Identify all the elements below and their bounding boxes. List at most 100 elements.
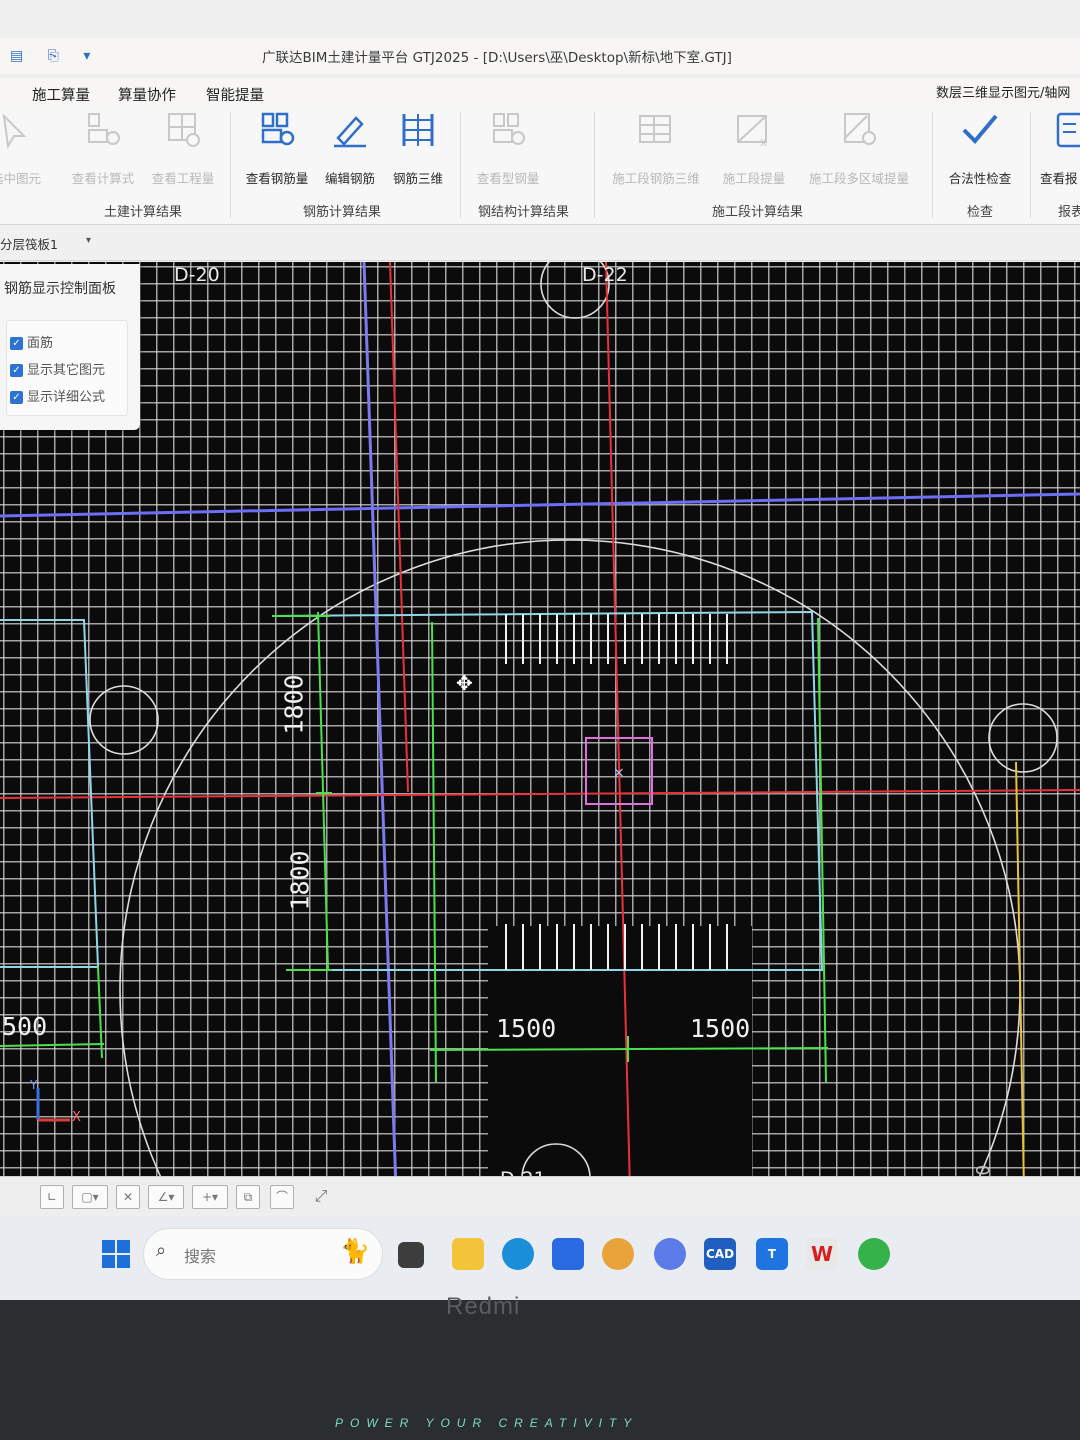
- red-axis-line: [605, 262, 631, 1190]
- tab-smart-extract[interactable]: 智能提量: [206, 84, 264, 105]
- option-top-rebar[interactable]: ✓ 面筋: [10, 332, 53, 352]
- group-label-segment: 施工段计算结果: [712, 205, 804, 220]
- outline-circle: [119, 539, 1021, 1190]
- display-mode-text: 数层三维显示图元/轴网: [936, 86, 1071, 101]
- edit-rebar-button[interactable]: 编辑钢筋: [320, 108, 380, 187]
- yellow-axis-line: [1015, 761, 1025, 1190]
- edge-icon[interactable]: [502, 1238, 534, 1270]
- check-icon: [962, 114, 998, 144]
- raft-boundary: [0, 619, 100, 968]
- formula-icon: [88, 113, 120, 145]
- axis-label-d20: D-20: [174, 264, 220, 286]
- dimension-text: 1800: [285, 850, 315, 911]
- ribbon-separator: [932, 112, 933, 218]
- expand-icon[interactable]: ⤢: [310, 1185, 332, 1207]
- rebar-3d-icon: [402, 114, 434, 146]
- segment-quantity-icon: x: [737, 115, 767, 149]
- rebar-quantity-icon: [261, 112, 295, 146]
- view-quantity-button[interactable]: 查看工程量: [146, 108, 220, 187]
- file-explorer-icon[interactable]: [452, 1238, 484, 1270]
- search-placeholder: 搜索: [184, 1247, 217, 1266]
- wechat-icon[interactable]: [858, 1238, 890, 1270]
- gtj-app-icon[interactable]: T: [756, 1238, 788, 1270]
- wps-icon[interactable]: W: [806, 1238, 838, 1270]
- ribbon-separator: [1030, 112, 1031, 218]
- ortho-icon[interactable]: ∟: [40, 1185, 64, 1209]
- rebar-3d-button[interactable]: 钢筋三维: [388, 108, 448, 187]
- axis-bubble: [89, 685, 159, 755]
- angle-icon[interactable]: ∠▾: [148, 1185, 184, 1209]
- store-icon[interactable]: [552, 1238, 584, 1270]
- view-formula-button[interactable]: 查看计算式: [66, 108, 140, 187]
- segment-quantity-button[interactable]: x 施工段提量: [716, 108, 792, 187]
- axis-bubble: [988, 703, 1058, 773]
- brand-logo: Redmi: [446, 1293, 521, 1320]
- rebar-display-panel: 钢筋显示控制面板 ✓ 面筋 ✓ 显示其它图元 ✓ 显示详细公式: [0, 264, 140, 430]
- rect-select-icon[interactable]: ▢▾: [72, 1185, 108, 1209]
- dimension-text: 1800: [279, 674, 309, 735]
- segment-rebar-3d-icon: [639, 115, 671, 143]
- windows-start-icon[interactable]: [102, 1240, 130, 1268]
- center-mark: ×: [613, 765, 625, 781]
- app-icon[interactable]: [654, 1238, 686, 1270]
- taskbar: ⌕ 搜索 🐈 CAD T W: [0, 1216, 1080, 1300]
- snap-icon[interactable]: +▾: [192, 1185, 228, 1209]
- red-axis-line: [0, 789, 1080, 799]
- dimension-text: 1500: [690, 1014, 751, 1043]
- menu-bar: 施工算量 算量协作 智能提量 数层三维显示图元/轴网: [0, 78, 1080, 108]
- search-icon: ⌕: [156, 1240, 167, 1261]
- taskbar-search[interactable]: ⌕ 搜索 🐈: [143, 1228, 383, 1280]
- panel-title: 钢筋显示控制面板: [4, 281, 116, 297]
- group-label-check: 检查: [967, 205, 994, 220]
- view-report-button[interactable]: 查看报: [1040, 108, 1080, 187]
- task-view-icon[interactable]: [398, 1242, 424, 1268]
- validity-check-button[interactable]: 合法性检查: [942, 108, 1018, 187]
- view-steel-section-button[interactable]: 查看型钢量: [468, 108, 548, 187]
- red-axis-line: [389, 262, 409, 793]
- view-rebar-quantity-button[interactable]: 查看钢筋量: [240, 108, 314, 187]
- dim-line-vertical: [317, 611, 329, 971]
- group-label-rebar: 钢筋计算结果: [303, 205, 382, 220]
- ribbon-separator: [230, 112, 231, 218]
- option-show-detail-formula[interactable]: ✓ 显示详细公式: [10, 386, 105, 406]
- dim-line-horizontal: [0, 1043, 105, 1047]
- segment-multi-area-icon: [844, 113, 876, 145]
- window-title: 广联达BIM土建计量平台 GTJ2025 - [D:\Users\巫\Deskt…: [262, 50, 732, 66]
- arc-icon[interactable]: ⌒: [270, 1185, 294, 1209]
- blue-axis-line: [0, 492, 1080, 518]
- checkbox-checked-icon[interactable]: ✓: [10, 391, 23, 404]
- select-element-button[interactable]: 选中图元: [0, 108, 46, 187]
- coord-x-label: X: [72, 1110, 81, 1125]
- group-label-report: 报表: [1058, 205, 1080, 220]
- ribbon: 选中图元 查看计算式 查看工程量 查看钢筋量 编辑钢筋 钢筋三维 查看型钢量: [0, 106, 1080, 225]
- blue-axis-line: [362, 262, 398, 1190]
- tab-construction-calc[interactable]: 施工算量: [32, 84, 90, 105]
- move-cursor-icon: ✥: [456, 671, 473, 695]
- app-icon[interactable]: [602, 1238, 634, 1270]
- segment-rebar-3d-button[interactable]: 施工段钢筋三维: [604, 108, 708, 187]
- checkbox-checked-icon[interactable]: ✓: [10, 337, 23, 350]
- cad-app-icon[interactable]: CAD: [704, 1238, 736, 1270]
- group-label-steel: 钢结构计算结果: [478, 205, 570, 220]
- svg-text:x: x: [760, 135, 767, 149]
- segment-multi-area-button[interactable]: 施工段多区域提量: [800, 108, 918, 187]
- layer-selector-bar: 分层筏板1 ▾: [0, 226, 1080, 261]
- screen: ▤ ⎘ ▾ 广联达BIM土建计量平台 GTJ2025 - [D:\Users\巫…: [0, 0, 1080, 1300]
- edit-rebar-icon: [334, 116, 366, 148]
- select-icon: [2, 113, 27, 149]
- drawing-toolbar: ∟ ▢▾ ✕ ∠▾ +▾ ⧉ ⌒ ⤢: [0, 1176, 1080, 1213]
- chevron-down-icon[interactable]: ▾: [86, 235, 91, 246]
- coord-y-label: Y: [30, 1078, 38, 1092]
- checkbox-checked-icon[interactable]: ✓: [10, 364, 23, 377]
- layer-select[interactable]: 分层筏板1: [0, 234, 58, 253]
- dim-extension: [431, 621, 437, 1083]
- raft-boundary: [271, 610, 824, 971]
- option-show-other-elements[interactable]: ✓ 显示其它图元: [10, 359, 105, 379]
- copy-icon[interactable]: ⧉: [236, 1185, 260, 1209]
- ribbon-separator: [594, 112, 595, 218]
- cross-select-icon[interactable]: ✕: [116, 1185, 140, 1209]
- brand-slogan: POWER YOUR CREATIVITY: [335, 1416, 639, 1430]
- axis-label-d22: D-22: [582, 264, 628, 286]
- tab-collaboration[interactable]: 算量协作: [118, 84, 176, 105]
- quick-access-icons[interactable]: ▤ ⎘ ▾: [10, 48, 100, 64]
